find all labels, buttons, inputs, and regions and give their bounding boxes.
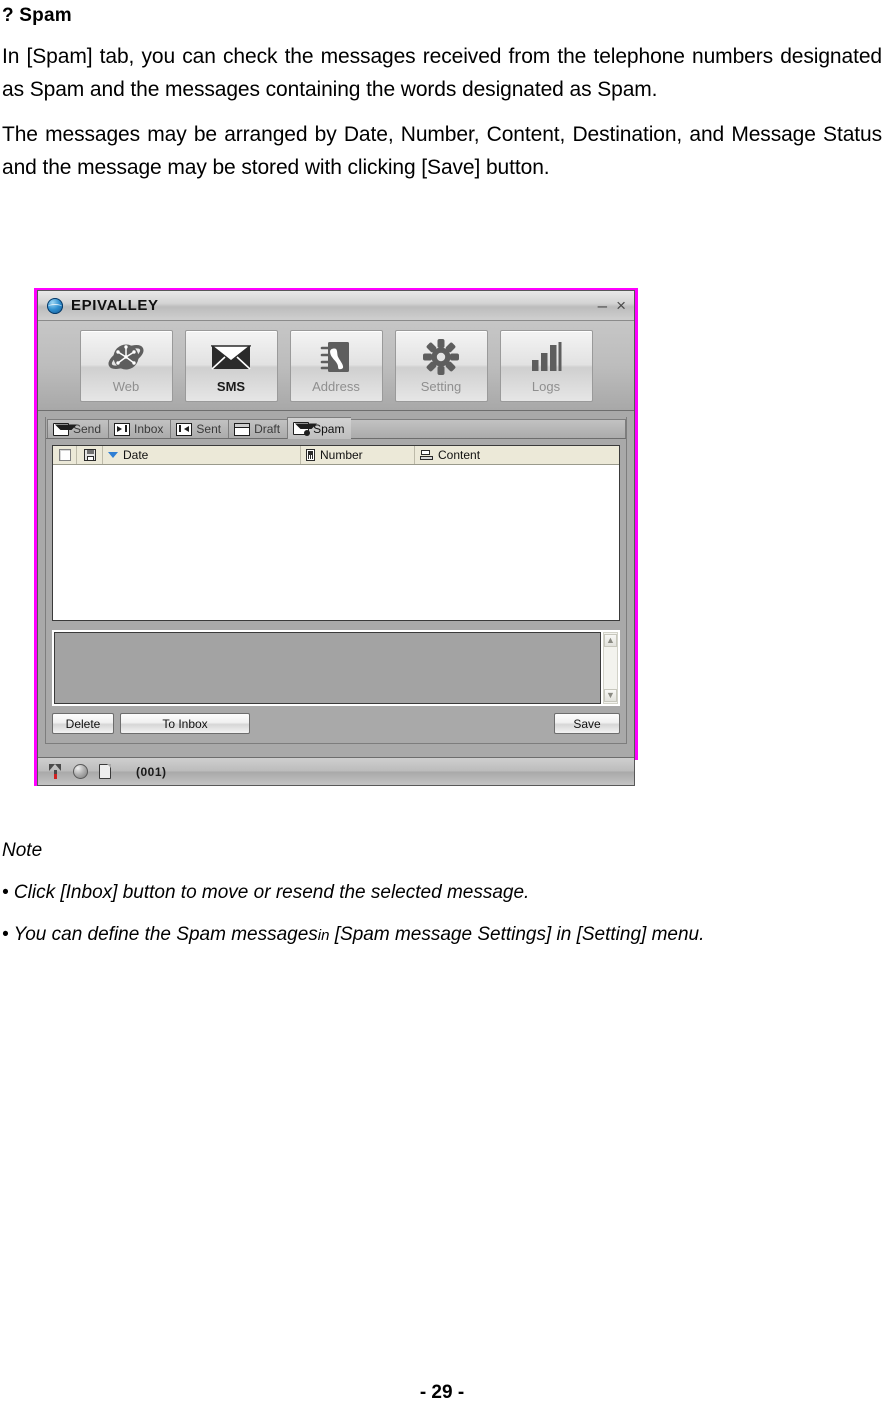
application-screenshot: EPIVALLEY – × Web SMS Address Setting Lo… (34, 288, 638, 788)
document-icon (234, 422, 251, 436)
sms-panel-inner: Send Inbox Sent Draft Spam Date Number C… (45, 417, 627, 744)
toolbar-label-web: Web (112, 379, 140, 394)
delete-button[interactable]: Delete (52, 713, 114, 734)
toolbar-label-address: Address (312, 379, 360, 394)
message-content-icon (420, 449, 433, 461)
tab-bar-filler (351, 419, 626, 438)
minimize-button[interactable]: – (598, 297, 607, 314)
message-preview: ▲ ▼ (52, 630, 620, 706)
paragraph-1: In [Spam] tab, you can check the message… (2, 45, 882, 101)
toolbar-button-setting[interactable]: Setting (394, 329, 488, 402)
sim-card-icon (99, 764, 111, 779)
column-header-saved[interactable] (77, 446, 103, 464)
window-title: EPIVALLEY (71, 297, 159, 314)
arrow-in-icon (114, 422, 131, 436)
tab-label-sent: Sent (196, 422, 222, 436)
toolbar-button-logs[interactable]: Logs (499, 329, 593, 402)
blocked-mail-icon (293, 422, 311, 436)
note-title: Note (2, 840, 43, 861)
save-button[interactable]: Save (554, 713, 620, 734)
window-controls: – × (598, 297, 626, 314)
note-item-2-small: in (317, 927, 330, 944)
toolbar-button-sms[interactable]: SMS (184, 329, 278, 402)
column-header-number[interactable]: Number (301, 446, 415, 464)
note-section: Note • Click [Inbox] button to move or r… (0, 840, 884, 946)
gear-icon (423, 337, 459, 377)
column-label-content: Content (438, 448, 481, 462)
toolbar-label-setting: Setting (420, 379, 462, 394)
column-header-content[interactable]: Content (415, 446, 619, 464)
column-label-date: Date (123, 448, 149, 462)
scroll-up-icon[interactable]: ▲ (604, 634, 617, 647)
message-list-header: Date Number Content (53, 446, 619, 465)
checkbox-icon[interactable] (58, 449, 71, 461)
signal-strength-icon (49, 764, 62, 779)
application-window: EPIVALLEY – × Web SMS Address Setting Lo… (37, 290, 635, 786)
tab-send[interactable]: Send (47, 419, 109, 438)
scroll-down-icon[interactable]: ▼ (604, 689, 617, 702)
column-header-select-all[interactable] (53, 446, 77, 464)
capture-border-right (635, 288, 638, 760)
toolbar-label-sms: SMS (216, 379, 246, 394)
preview-scrollbar[interactable]: ▲ ▼ (603, 632, 618, 704)
page-footer: - 29 - (419, 1382, 465, 1403)
tab-spam[interactable]: Spam (287, 417, 352, 439)
to-inbox-button[interactable]: To Inbox (120, 713, 250, 734)
note-item-2: • You can define the Spam messagesin [Sp… (2, 924, 884, 946)
tab-label-send: Send (73, 422, 102, 436)
note-item-1: • Click [Inbox] button to move or resend… (2, 882, 530, 903)
envelope-icon (53, 422, 69, 436)
mobile-phone-icon (306, 449, 315, 461)
column-header-date[interactable]: Date (103, 446, 301, 464)
network-globe-icon (73, 764, 88, 779)
toolbar-button-address[interactable]: Address (289, 329, 383, 402)
tab-label-inbox: Inbox (134, 422, 164, 436)
document-body: ? Spam In [Spam] tab, you can check the … (0, 0, 884, 184)
action-button-row: Delete To Inbox Save (52, 713, 620, 734)
page-title: ? Spam (2, 5, 72, 26)
tab-label-spam: Spam (313, 421, 345, 436)
message-preview-text[interactable] (54, 632, 601, 704)
tab-bar: Send Inbox Sent Draft Spam (46, 417, 626, 439)
note-item-2-head: • You can define the Spam messages (2, 924, 318, 945)
paragraph-2: The messages may be arranged by Date, Nu… (2, 123, 882, 179)
sms-panel: Send Inbox Sent Draft Spam Date Number C… (38, 411, 634, 751)
toolbar-button-web[interactable]: Web (79, 329, 173, 402)
status-message-count: (001) (136, 764, 167, 779)
column-label-number: Number (320, 448, 363, 462)
status-bar: (001) (38, 757, 634, 785)
tab-sent[interactable]: Sent (170, 419, 229, 438)
note-item-2-tail: [Spam message Settings] in [Setting] men… (334, 924, 705, 945)
tab-inbox[interactable]: Inbox (108, 419, 171, 438)
floppy-save-icon (83, 449, 96, 461)
sort-descending-icon (108, 452, 118, 458)
envelope-icon (211, 337, 251, 377)
message-list-body[interactable] (53, 465, 619, 620)
main-toolbar: Web SMS Address Setting Logs (38, 321, 634, 411)
app-globe-icon (47, 297, 63, 314)
close-button[interactable]: × (616, 297, 626, 314)
message-list[interactable]: Date Number Content (52, 445, 620, 621)
tab-label-draft: Draft (254, 422, 281, 436)
address-book-icon (319, 337, 353, 377)
arrow-out-icon (176, 422, 193, 436)
tab-draft[interactable]: Draft (228, 419, 288, 438)
toolbar-label-logs: Logs (531, 379, 561, 394)
window-titlebar: EPIVALLEY – × (38, 291, 634, 321)
bar-chart-icon (529, 337, 563, 377)
globe-icon (107, 337, 145, 377)
